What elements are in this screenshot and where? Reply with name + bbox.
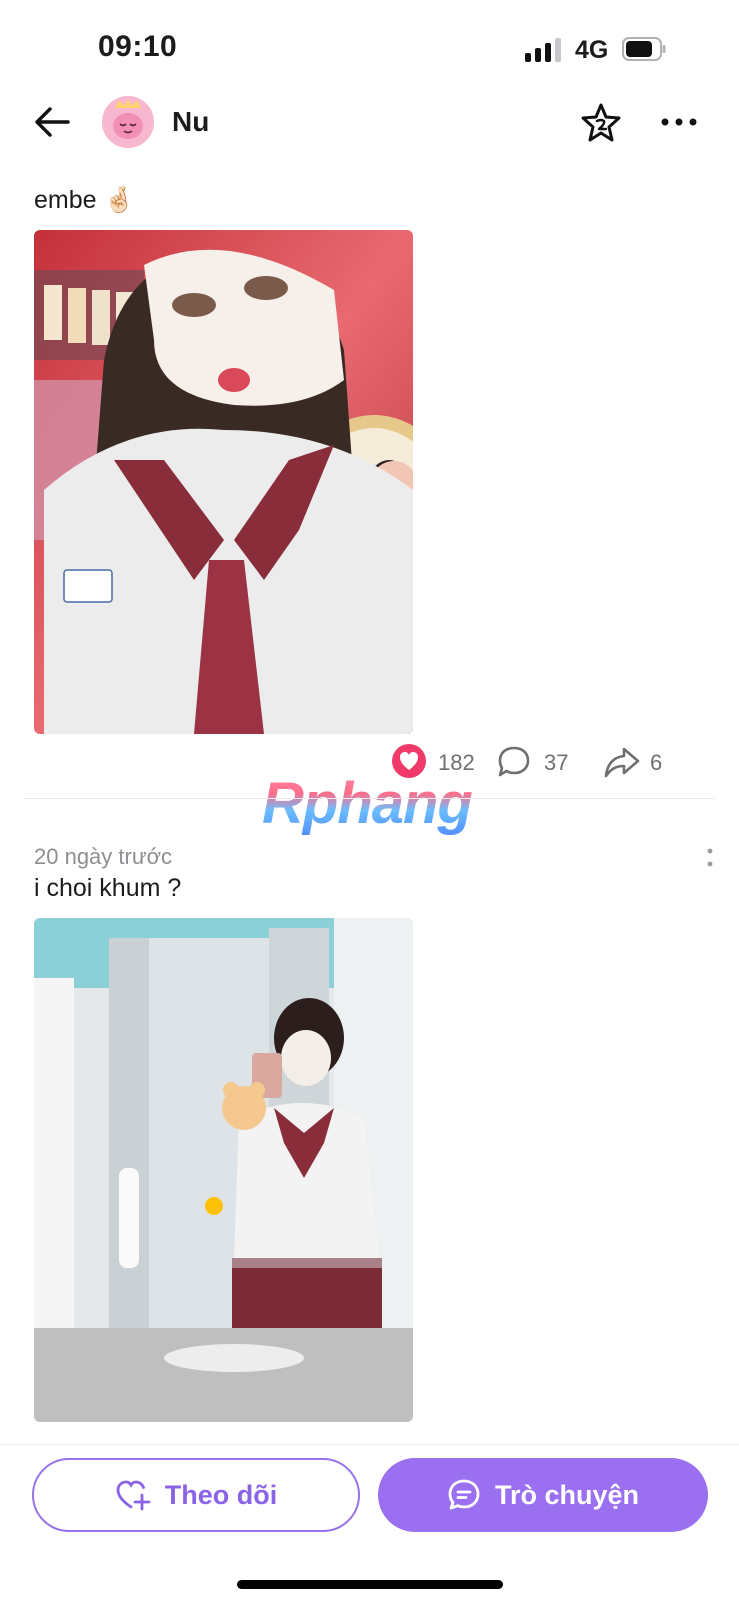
post-divider (24, 798, 714, 799)
username[interactable]: Nu (172, 106, 209, 138)
watermark-logo: Rphang (262, 771, 473, 836)
chat-button[interactable]: Trò chuyện (378, 1458, 708, 1532)
home-indicator (237, 1580, 503, 1589)
post-photo[interactable] (34, 918, 413, 1422)
follow-button[interactable]: Theo dõi (32, 1458, 360, 1532)
avatar[interactable] (102, 96, 154, 148)
comments-count: 37 (544, 750, 569, 775)
star-icon[interactable] (580, 102, 622, 144)
chat-bubble-icon (448, 1479, 480, 1510)
heart-plus-icon (116, 1480, 151, 1511)
more-options-icon[interactable] (660, 108, 698, 136)
share-icon[interactable] (604, 745, 640, 779)
post-options-icon[interactable] (706, 846, 714, 870)
status-time: 09:10 (98, 30, 178, 63)
follow-button-label: Theo dõi (164, 1479, 278, 1510)
shares-count: 6 (650, 750, 663, 775)
battery-icon (622, 37, 666, 61)
bottom-bar-divider (0, 1444, 739, 1445)
post-timestamp: 20 ngày trước (34, 844, 172, 869)
chat-button-label: Trò chuyện (494, 1479, 640, 1510)
comment-icon[interactable] (497, 745, 531, 779)
back-arrow-icon[interactable] (32, 102, 72, 142)
post-photo[interactable] (34, 230, 413, 734)
post-caption: embe 🤞🏻 (34, 186, 135, 214)
signal-icon (525, 38, 561, 62)
post-caption: i choi khum ? (34, 874, 182, 902)
network-label: 4G (575, 36, 609, 64)
